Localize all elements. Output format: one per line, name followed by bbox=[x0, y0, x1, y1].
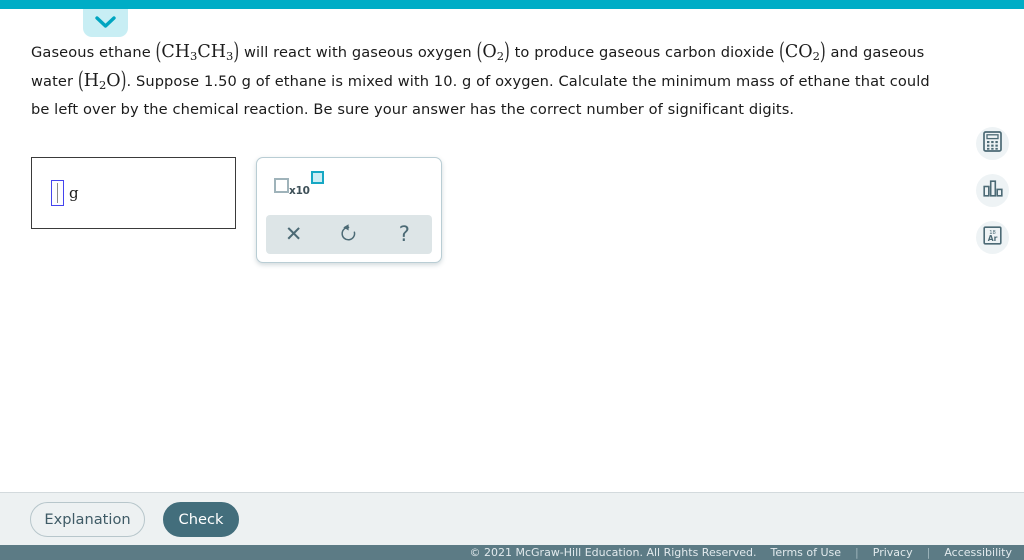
paren-open: ( bbox=[476, 37, 483, 66]
paren-close: ) bbox=[120, 66, 127, 95]
undo-button[interactable] bbox=[332, 218, 366, 252]
question-text: Gaseous ethane (CH3CH3) will react with … bbox=[31, 37, 936, 124]
bar-chart-icon bbox=[982, 180, 1003, 201]
footer-separator: | bbox=[926, 546, 931, 559]
periodic-table-icon: 18 Ar bbox=[983, 226, 1002, 249]
calculator-button[interactable] bbox=[976, 127, 1009, 160]
explanation-button[interactable]: Explanation bbox=[30, 502, 145, 537]
paren-open: ( bbox=[778, 37, 785, 66]
accessibility-link[interactable]: Accessibility bbox=[944, 546, 1012, 559]
keypad-actions-row: ✕ ? bbox=[266, 215, 432, 254]
paren-open: ( bbox=[77, 66, 84, 95]
footer: © 2021 McGraw-Hill Education. All Rights… bbox=[0, 545, 1024, 560]
privacy-link[interactable]: Privacy bbox=[873, 546, 913, 559]
question-part-2: will react with gaseous oxygen bbox=[239, 44, 477, 61]
svg-text:Ar: Ar bbox=[988, 234, 998, 243]
tool-rail: 18 Ar bbox=[976, 127, 1009, 268]
close-icon: ✕ bbox=[284, 222, 303, 246]
copyright-text: © 2021 McGraw-Hill Education. All Rights… bbox=[469, 546, 757, 559]
footer-separator: | bbox=[855, 546, 859, 559]
paren-open: ( bbox=[155, 37, 162, 66]
paren-close: ) bbox=[233, 37, 240, 66]
mantissa-placeholder-icon bbox=[274, 178, 289, 193]
question-mark-icon: ? bbox=[398, 222, 410, 246]
formula-ethane: (CH3CH3) bbox=[156, 37, 240, 65]
calculator-icon bbox=[983, 131, 1002, 156]
formula-carbon-dioxide: (CO2) bbox=[779, 37, 826, 65]
top-accent-bar bbox=[0, 0, 1024, 9]
data-chart-button[interactable] bbox=[976, 174, 1009, 207]
periodic-table-button[interactable]: 18 Ar bbox=[976, 221, 1009, 254]
exponent-placeholder-icon bbox=[310, 171, 324, 184]
answer-unit-label: g bbox=[69, 184, 79, 202]
page-root: Gaseous ethane (CH3CH3) will react with … bbox=[0, 0, 1024, 560]
chevron-down-icon bbox=[83, 16, 128, 29]
question-part-1: Gaseous ethane bbox=[31, 44, 156, 61]
scientific-notation-label: x10 bbox=[289, 185, 310, 197]
action-bar: Explanation Check bbox=[0, 492, 1024, 545]
clear-button[interactable]: ✕ bbox=[277, 218, 311, 252]
collapse-panel-tab[interactable] bbox=[83, 9, 128, 37]
formula-water: (H2O) bbox=[78, 66, 127, 94]
question-part-3: to produce gaseous carbon dioxide bbox=[509, 44, 779, 61]
math-cursor bbox=[51, 180, 64, 206]
scientific-notation-button[interactable]: x10 bbox=[274, 171, 324, 197]
undo-icon bbox=[339, 223, 358, 247]
terms-of-use-link[interactable]: Terms of Use bbox=[771, 546, 842, 559]
question-part-5: . Suppose 1.50 g of ethane is mixed with… bbox=[31, 73, 930, 118]
answer-input[interactable]: g bbox=[31, 157, 236, 229]
math-keypad-panel: x10 ✕ ? bbox=[256, 157, 442, 263]
formula-oxygen: (O2) bbox=[476, 37, 509, 65]
paren-close: ) bbox=[504, 37, 510, 66]
paren-close: ) bbox=[819, 37, 826, 66]
keypad-symbols-row: x10 bbox=[257, 158, 441, 210]
check-button[interactable]: Check bbox=[163, 502, 239, 537]
help-button[interactable]: ? bbox=[387, 218, 421, 252]
